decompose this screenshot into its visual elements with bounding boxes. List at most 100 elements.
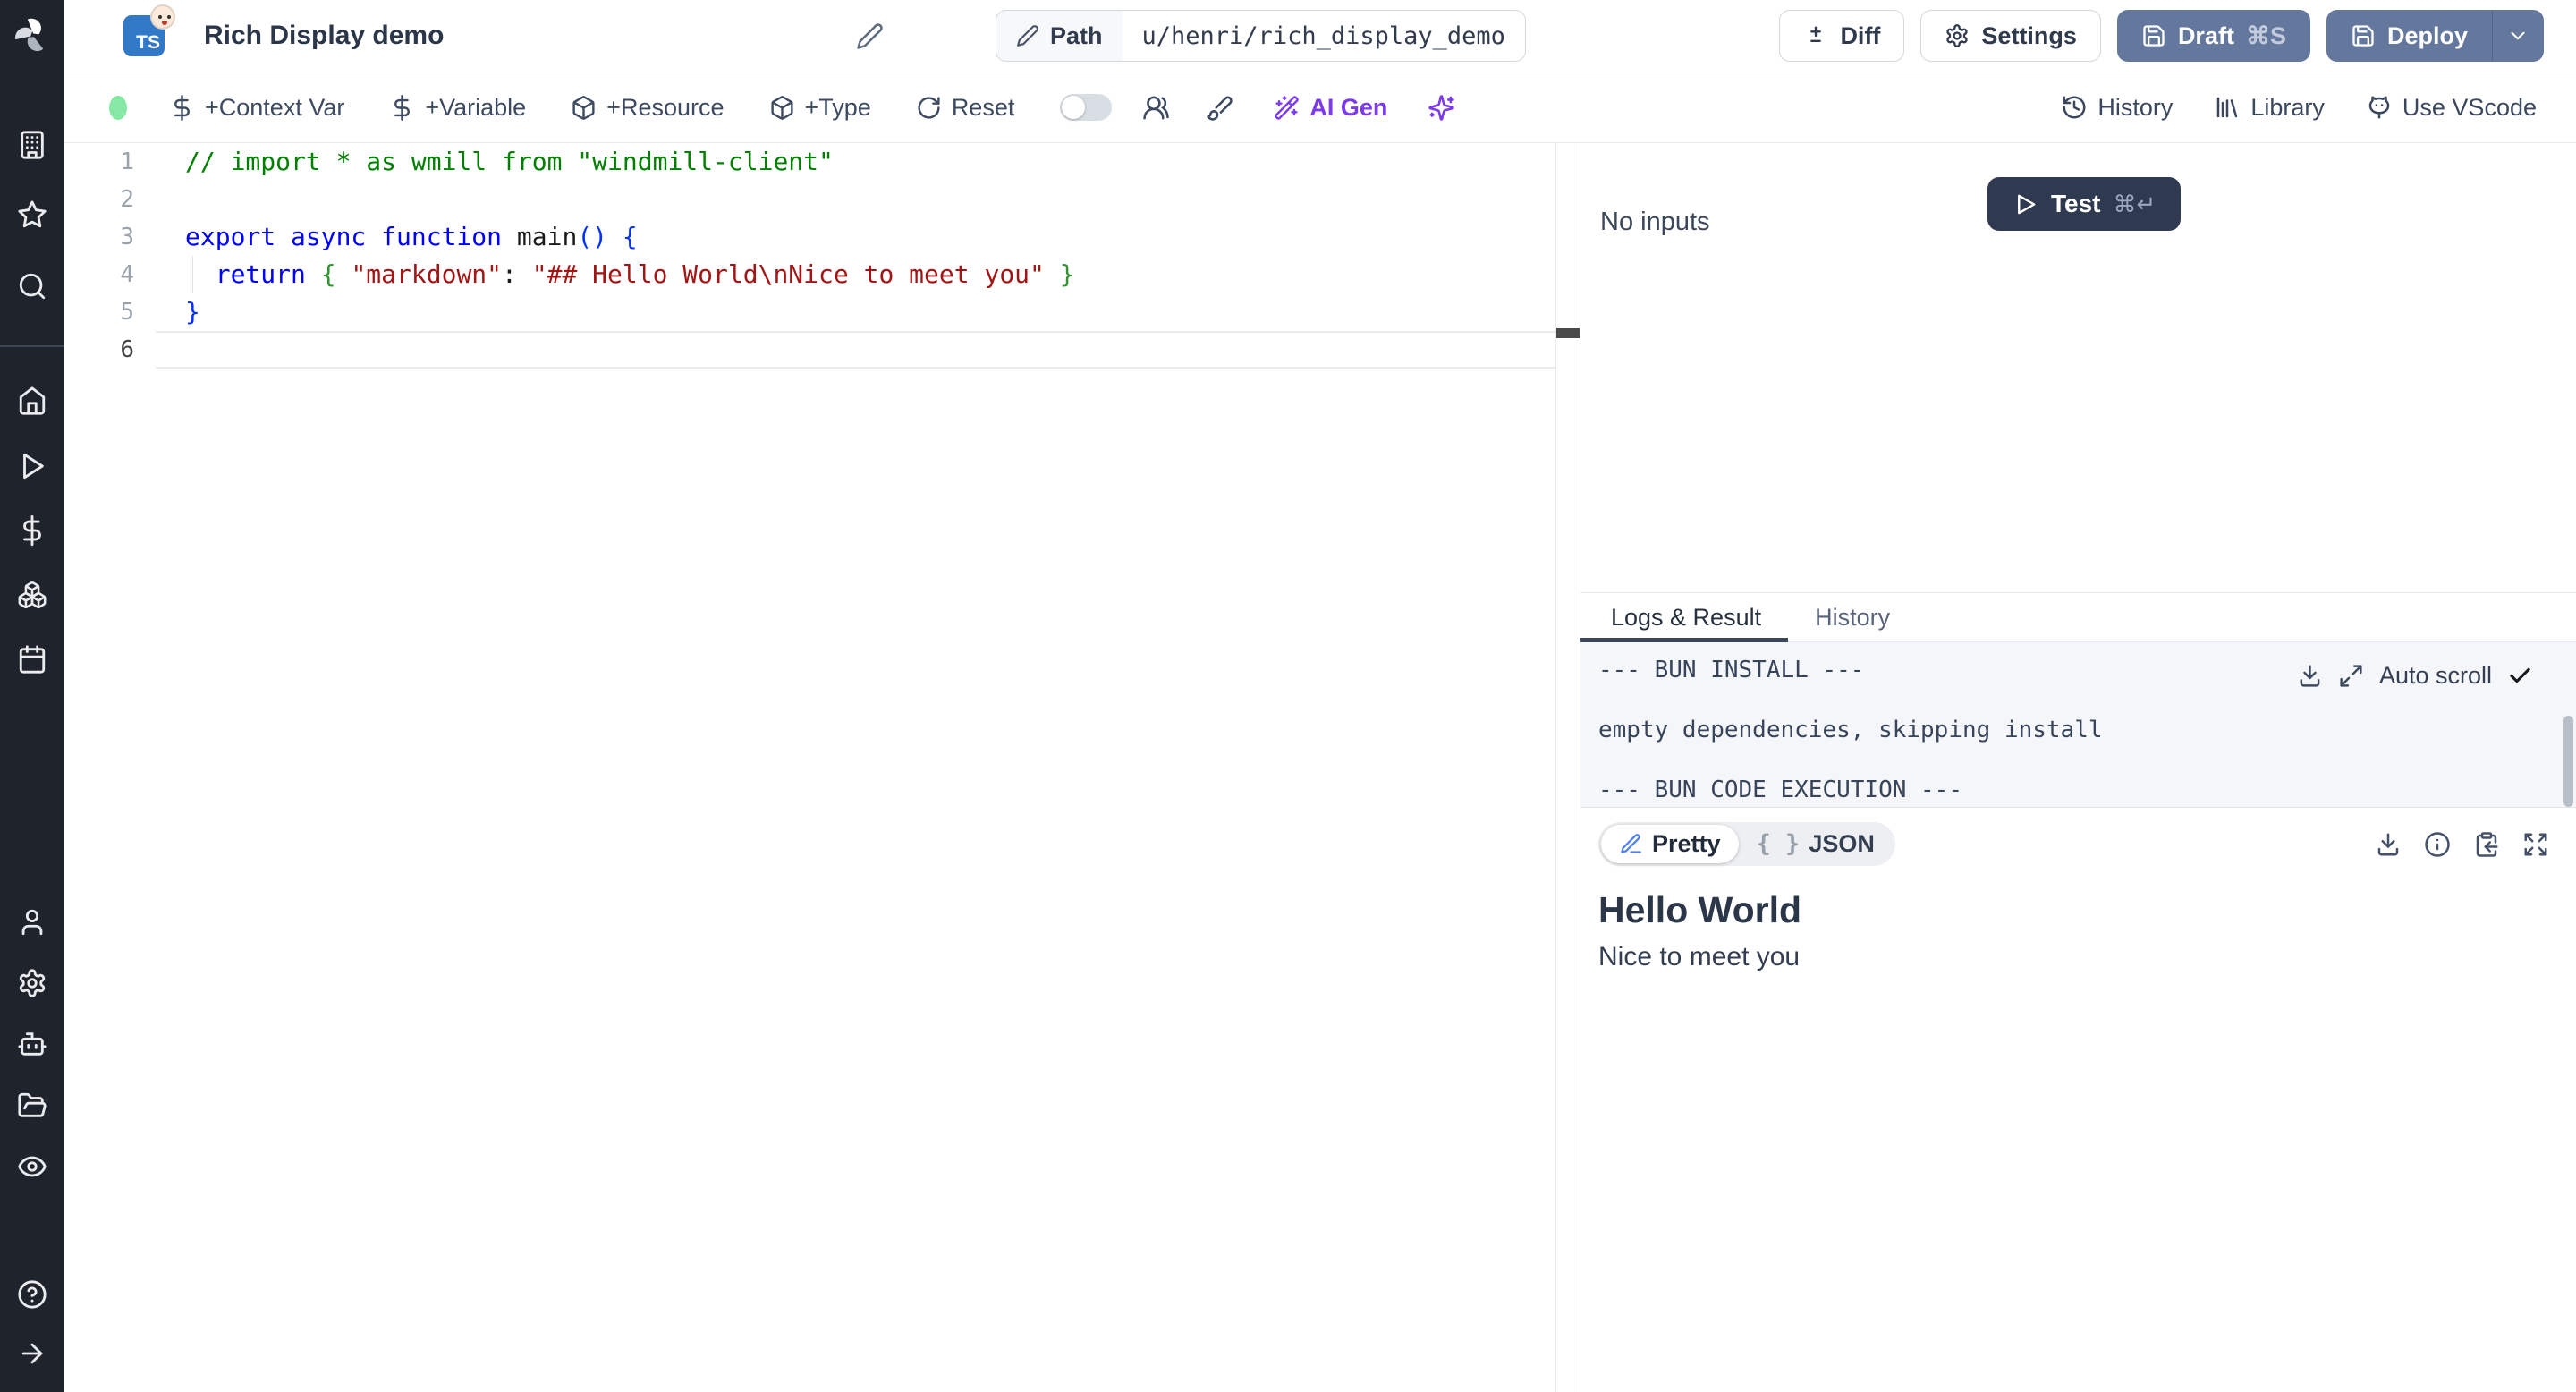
add-variable-button[interactable]: +Variable [367,94,548,122]
sidebar-expand-arrow-icon[interactable] [17,1338,47,1369]
diff-icon [1810,26,1822,42]
sparkles-icon[interactable] [1410,94,1473,122]
baby-face-badge-icon [150,4,175,30]
format-brush-icon[interactable] [1188,94,1251,122]
reset-button[interactable]: Reset [894,94,1038,122]
sidebar-resources-icon[interactable] [17,580,47,610]
use-vscode-button[interactable]: Use VScode [2366,94,2537,122]
line-number: 1 [120,149,134,175]
toggle-knob [1062,96,1086,119]
add-context-var-button[interactable]: +Context Var [147,94,367,122]
result-panel: Pretty { } JSON Hello World Nice to meet… [1580,808,2576,1392]
no-inputs-label: No inputs [1600,208,1710,236]
code-area[interactable]: // import * as wmill from "windmill-clie… [185,143,1553,369]
json-view-button[interactable]: { } JSON [1739,825,1893,863]
run-section: Test ⌘↵ No inputs [1580,143,2576,592]
collaborators-icon[interactable] [1124,94,1188,122]
save-icon [2143,25,2165,47]
code-editor[interactable]: 1 2 3 4 5 6 // import * as wmill from "w… [64,143,1580,1392]
quill-pen-icon [1621,834,1641,853]
windmill-logo-icon[interactable] [12,14,53,55]
result-heading: Hello World [1598,889,1802,930]
settings-button[interactable]: Settings [1920,10,2101,62]
sidebar-runs-icon[interactable] [17,451,47,481]
download-result-icon[interactable] [2375,831,2402,858]
braces-icon: { } [1756,830,1801,858]
copy-clipboard-icon[interactable] [2473,831,2500,858]
info-icon[interactable] [2424,831,2451,858]
vscode-cat-icon [2368,96,2390,119]
logs-scrollbar[interactable] [2563,716,2573,807]
line-number: 2 [120,186,134,213]
fullscreen-result-icon[interactable] [2522,831,2549,858]
deploy-dropdown-chevron[interactable] [2492,11,2543,61]
right-panel: Test ⌘↵ No inputs Logs & Result History … [1580,143,2576,1392]
sidebar-schedules-icon[interactable] [17,644,47,675]
dollar-icon [394,94,411,121]
gear-icon [1946,24,1969,47]
deploy-button[interactable]: Deploy [2326,10,2544,62]
sidebar [0,0,64,1392]
editor-overview-ruler[interactable] [1555,143,1580,1392]
path-label: Path [1050,21,1103,49]
dollar-icon [174,94,190,121]
sidebar-workers-icon[interactable] [17,1029,47,1059]
path-value: u/henri/rich_display_demo [1141,21,1505,50]
result-body: Nice to meet you [1598,942,1801,972]
diff-mode-toggle[interactable] [1060,94,1113,121]
log-line: empty dependencies, skipping install [1598,717,2103,743]
sidebar-divider [0,345,64,347]
sidebar-folders-icon[interactable] [17,1091,47,1121]
sidebar-users-icon[interactable] [17,907,47,938]
sidebar-home-icon[interactable] [17,386,47,416]
line-number: 3 [120,224,134,250]
sidebar-search-icon[interactable] [17,271,47,301]
save-icon [2352,25,2374,47]
add-resource-button[interactable]: +Resource [548,94,746,122]
download-logs-icon[interactable] [2297,663,2323,689]
draft-button[interactable]: Draft ⌘S [2116,10,2310,62]
output-tabs: Logs & Result History [1580,592,2576,642]
line-number-active: 6 [120,336,134,363]
edit-title-pencil-icon[interactable] [856,22,884,55]
pretty-view-button[interactable]: Pretty [1601,825,1739,863]
code-line-1: // import * as wmill from "windmill-clie… [185,147,834,176]
tab-history[interactable]: History [1788,593,1917,641]
sidebar-favorites-icon[interactable] [17,199,47,230]
chevron-down-icon [2511,31,2525,40]
check-icon[interactable] [2507,663,2533,689]
package-icon [572,95,595,120]
sidebar-settings-icon[interactable] [17,968,47,998]
code-line-3: export async function main() { [185,222,638,251]
tab-logs-result[interactable]: Logs & Result [1580,593,1789,642]
library-button[interactable]: Library [2214,94,2325,122]
sidebar-help-icon[interactable] [17,1279,47,1310]
ai-gen-button[interactable]: AI Gen [1251,94,1410,122]
history-clock-icon [2063,96,2086,119]
sidebar-workspace-icon[interactable] [17,130,47,160]
add-type-button[interactable]: +Type [747,94,894,122]
test-shortcut: ⌘↵ [2113,190,2157,217]
result-view-toggle: Pretty { } JSON [1598,822,1895,866]
expand-logs-icon[interactable] [2338,663,2364,689]
pencil-icon [1017,25,1038,47]
cursor-position-marker [1556,328,1580,338]
diff-button[interactable]: Diff [1779,10,1905,62]
editor-gutter: 1 2 3 4 5 6 [64,143,154,369]
line-number: 5 [120,299,134,326]
logs-panel[interactable]: --- BUN INSTALL --- empty dependencies, … [1580,642,2576,808]
refresh-icon [918,96,940,119]
package-icon [770,95,793,120]
draft-shortcut: ⌘S [2245,21,2286,49]
typescript-badge: TS [123,4,175,56]
auto-scroll-label[interactable]: Auto scroll [2379,662,2492,690]
path-button[interactable]: Path u/henri/rich_display_demo [996,10,1526,62]
sidebar-audit-eye-icon[interactable] [17,1151,47,1182]
history-button[interactable]: History [2061,94,2173,122]
test-button[interactable]: Test ⌘↵ [1987,177,2182,231]
line-number: 4 [120,261,134,288]
sidebar-variables-icon[interactable] [17,515,47,546]
code-line-5: } [185,297,200,327]
